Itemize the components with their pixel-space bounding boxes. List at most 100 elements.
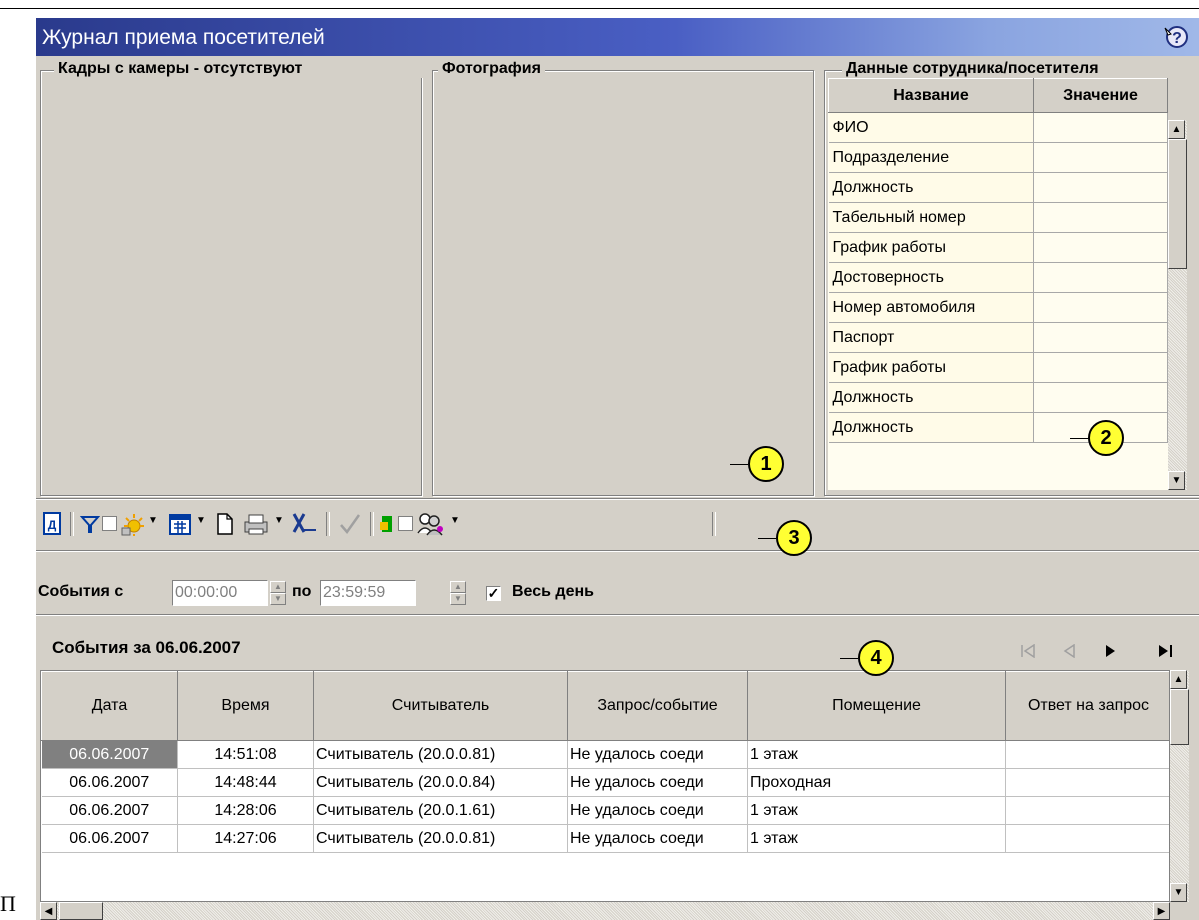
cell-date[interactable]: 06.06.2007 [41,824,178,853]
dropdown-arrow[interactable]: ▼ [196,515,206,526]
toolbar-separator [70,512,74,536]
cell-room[interactable]: Проходная [747,768,1006,797]
table-row[interactable]: Должность [828,172,1168,203]
cell-date[interactable]: 06.06.2007 [41,740,178,769]
cell-reader[interactable]: Считыватель (20.0.1.61) [313,796,568,825]
cell-time[interactable]: 14:48:44 [177,768,314,797]
cell-room[interactable]: 1 этаж [747,824,1006,853]
events-vertical-scrollbar[interactable]: ▲ ▼ [1170,670,1189,902]
scroll-thumb[interactable] [1170,689,1189,745]
col-time-header[interactable]: Время [177,671,314,741]
first-page-icon[interactable] [1020,644,1036,658]
option-checkbox[interactable] [398,516,413,531]
scroll-thumb[interactable] [1168,139,1187,269]
cell-reader[interactable]: Считыватель (20.0.0.81) [313,824,568,853]
col-event-header[interactable]: Запрос/событие [567,671,748,741]
scroll-up-button[interactable]: ▲ [1170,670,1187,689]
next-page-icon[interactable] [1104,644,1118,658]
dropdown-arrow[interactable]: ▼ [450,515,460,526]
new-page-icon[interactable] [216,512,234,536]
table-row[interactable]: 06.06.2007 14:28:06 Считыватель (20.0.1.… [41,796,1169,825]
dropdown-arrow[interactable]: ▼ [274,515,284,526]
field-value[interactable] [1033,202,1168,233]
cell-response[interactable] [1005,768,1169,797]
col-name-header[interactable]: Название [828,78,1034,113]
table-row[interactable]: 06.06.2007 14:27:06 Считыватель (20.0.0.… [41,824,1169,853]
users-icon[interactable] [416,511,444,537]
field-value[interactable] [1033,232,1168,263]
table-row[interactable]: Достоверность [828,262,1168,293]
spin-down-button[interactable]: ▼ [450,593,466,605]
time-to-spinner[interactable]: ▲ ▼ [450,581,466,605]
table-row[interactable]: 06.06.2007 14:48:44 Считыватель (20.0.0.… [41,768,1169,797]
spin-down-button[interactable]: ▼ [270,593,286,605]
col-room-header[interactable]: Помещение [747,671,1006,741]
time-from-field[interactable]: 00:00:00 [172,580,268,606]
checkmark-icon[interactable] [338,512,362,536]
scroll-left-button[interactable]: ◀ [40,902,57,920]
table-row[interactable]: Должность [828,382,1168,413]
cell-date[interactable]: 06.06.2007 [41,796,178,825]
dropdown-arrow[interactable]: ▼ [148,515,158,526]
cell-event[interactable]: Не удалось соеди [567,824,748,853]
help-pointer-icon[interactable]: ? [1163,24,1191,50]
field-value[interactable] [1033,292,1168,323]
table-row[interactable]: Подразделение [828,142,1168,173]
last-page-icon[interactable] [1158,644,1174,658]
whole-day-checkbox[interactable]: ✓ [486,586,501,601]
table-row[interactable]: Номер автомобиля [828,292,1168,323]
col-reader-header[interactable]: Считыватель [313,671,568,741]
scroll-up-button[interactable]: ▲ [1168,120,1185,139]
cell-event[interactable]: Не удалось соеди [567,768,748,797]
cell-room[interactable]: 1 этаж [747,740,1006,769]
field-value[interactable] [1033,322,1168,353]
prev-page-icon[interactable] [1062,644,1076,658]
field-value[interactable] [1033,142,1168,173]
cell-time[interactable]: 14:27:06 [177,824,314,853]
calendar-icon[interactable] [168,512,192,536]
col-date-header[interactable]: Дата [41,671,178,741]
cell-date[interactable]: 06.06.2007 [41,768,178,797]
excel-icon[interactable] [292,512,318,534]
table-row[interactable]: График работы [828,352,1168,383]
filter-checkbox[interactable] [102,516,117,531]
filter-icon[interactable] [80,514,100,534]
cell-event[interactable]: Не удалось соеди [567,740,748,769]
scroll-right-button[interactable]: ▶ [1153,902,1170,920]
table-row[interactable]: График работы [828,232,1168,263]
spin-up-button[interactable]: ▲ [270,581,286,593]
table-row[interactable]: 06.06.2007 14:51:08 Считыватель (20.0.0.… [41,740,1169,769]
cell-response[interactable] [1005,796,1169,825]
cell-time[interactable]: 14:28:06 [177,796,314,825]
cell-response[interactable] [1005,740,1169,769]
table-row[interactable]: Табельный номер [828,202,1168,233]
cell-reader[interactable]: Считыватель (20.0.0.81) [313,740,568,769]
scroll-thumb[interactable] [59,902,103,920]
cell-event[interactable]: Не удалось соеди [567,796,748,825]
events-horizontal-scrollbar[interactable]: ◀ ▶ [40,902,1170,920]
spin-up-button[interactable]: ▲ [450,581,466,593]
svg-text:?: ? [1172,30,1182,47]
scroll-down-button[interactable]: ▼ [1168,471,1185,490]
cell-response[interactable] [1005,824,1169,853]
cell-time[interactable]: 14:51:08 [177,740,314,769]
sun-icon[interactable] [120,512,144,536]
cell-room[interactable]: 1 этаж [747,796,1006,825]
print-icon[interactable] [242,512,270,536]
field-value[interactable] [1033,172,1168,203]
cell-reader[interactable]: Считыватель (20.0.0.84) [313,768,568,797]
color-icon[interactable] [378,514,396,534]
table-row[interactable]: Паспорт [828,322,1168,353]
col-value-header[interactable]: Значение [1033,78,1168,113]
table-row[interactable]: ФИО [828,112,1168,143]
time-from-spinner[interactable]: ▲ ▼ [270,581,286,605]
col-response-header[interactable]: Ответ на запрос [1005,671,1169,741]
time-to-field[interactable]: 23:59:59 [320,580,416,606]
scroll-down-button[interactable]: ▼ [1170,883,1187,902]
field-value[interactable] [1033,112,1168,143]
field-value[interactable] [1033,352,1168,383]
person-table-scrollbar[interactable]: ▲ ▼ [1168,120,1187,490]
field-value[interactable] [1033,382,1168,413]
report-icon[interactable]: Д [42,512,62,536]
field-value[interactable] [1033,262,1168,293]
